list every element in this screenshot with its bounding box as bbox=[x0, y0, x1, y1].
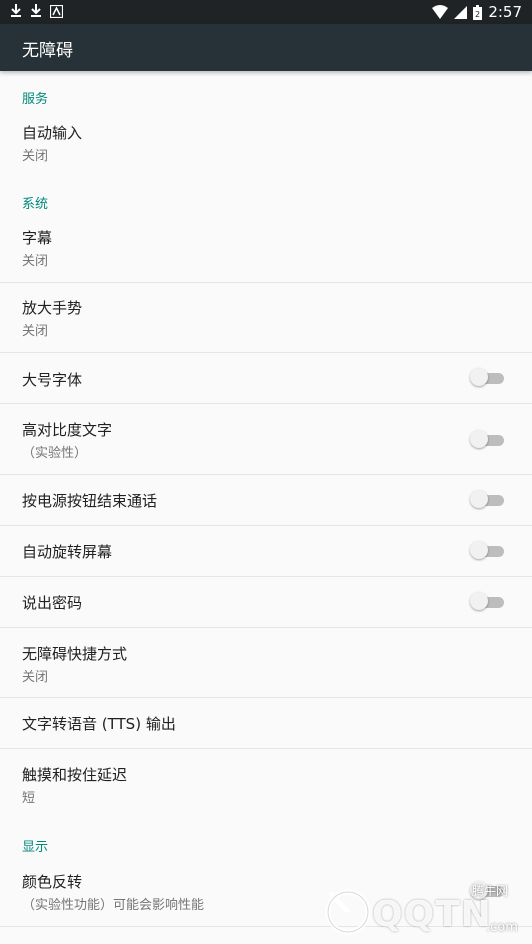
download-icon bbox=[11, 4, 21, 17]
setting-item-speak-passwords[interactable]: 说出密码 bbox=[0, 577, 532, 628]
setting-title: 说出密码 bbox=[22, 594, 83, 612]
setting-item-magnification[interactable]: 放大手势 关闭 bbox=[0, 283, 532, 353]
setting-title: 无障碍快捷方式 bbox=[22, 645, 128, 663]
section-header-services: 服务 bbox=[22, 92, 49, 107]
setting-item-touch-hold-delay[interactable]: 触摸和按住延迟 短 bbox=[0, 749, 532, 821]
setting-subtitle: （实验性功能）可能会影响性能 bbox=[22, 898, 205, 913]
page-title: 无障碍 bbox=[22, 41, 73, 61]
large-text-switch[interactable] bbox=[470, 368, 504, 386]
watermark-suffix: .com bbox=[486, 920, 518, 935]
status-time: 2:57 bbox=[488, 3, 522, 21]
setting-subtitle: 关闭 bbox=[22, 149, 49, 164]
wifi-icon bbox=[432, 5, 449, 19]
download-icon bbox=[31, 4, 41, 17]
app-bar: 无障碍 bbox=[0, 24, 532, 71]
setting-subtitle: 关闭 bbox=[22, 254, 49, 269]
setting-item-auto-input[interactable]: 自动输入 关闭 bbox=[0, 110, 532, 182]
setting-item-accessibility-shortcut[interactable]: 无障碍快捷方式 关闭 bbox=[0, 628, 532, 698]
setting-item-power-ends-call[interactable]: 按电源按钮结束通话 bbox=[0, 475, 532, 526]
setting-title: 字幕 bbox=[22, 229, 53, 247]
setting-item-captions[interactable]: 字幕 关闭 bbox=[0, 214, 532, 283]
setting-title: 自动输入 bbox=[22, 124, 83, 142]
section-header-system: 系统 bbox=[22, 197, 49, 212]
watermark: QQTN 腾牛网 .com bbox=[320, 880, 525, 940]
battery-icon: 2 bbox=[473, 4, 483, 20]
setting-title: 触摸和按住延迟 bbox=[22, 766, 128, 784]
setting-subtitle: 关闭 bbox=[22, 670, 49, 685]
status-bar: 2 2:57 bbox=[0, 0, 532, 24]
setting-subtitle: 关闭 bbox=[22, 324, 49, 339]
watermark-cn-text: 腾牛网 bbox=[472, 884, 509, 898]
high-contrast-switch[interactable] bbox=[470, 430, 504, 448]
speak-passwords-switch[interactable] bbox=[470, 592, 504, 610]
setting-title: 大号字体 bbox=[22, 371, 83, 389]
setting-title: 放大手势 bbox=[22, 299, 83, 317]
battery-level: 2 bbox=[475, 10, 480, 19]
auto-rotate-switch[interactable] bbox=[470, 541, 504, 559]
app-notification-icon bbox=[50, 4, 63, 18]
setting-item-tts-output[interactable]: 文字转语音 (TTS) 输出 bbox=[0, 698, 532, 749]
setting-title: 颜色反转 bbox=[22, 873, 83, 891]
setting-title: 按电源按钮结束通话 bbox=[22, 492, 158, 510]
setting-item-auto-rotate[interactable]: 自动旋转屏幕 bbox=[0, 526, 532, 577]
setting-title: 高对比度文字 bbox=[22, 421, 113, 439]
setting-item-high-contrast[interactable]: 高对比度文字 （实验性） bbox=[0, 404, 532, 475]
power-ends-call-switch[interactable] bbox=[470, 490, 504, 508]
watermark-logo-icon bbox=[325, 889, 371, 935]
setting-title: 文字转语音 (TTS) 输出 bbox=[22, 715, 176, 733]
setting-subtitle: 短 bbox=[22, 791, 36, 806]
section-header-display: 显示 bbox=[22, 840, 49, 855]
watermark-logo-text: QQTN bbox=[372, 894, 492, 935]
setting-subtitle: （实验性） bbox=[22, 446, 88, 461]
setting-item-large-text[interactable]: 大号字体 bbox=[0, 353, 532, 404]
signal-icon bbox=[454, 5, 468, 19]
setting-title: 自动旋转屏幕 bbox=[22, 543, 113, 561]
